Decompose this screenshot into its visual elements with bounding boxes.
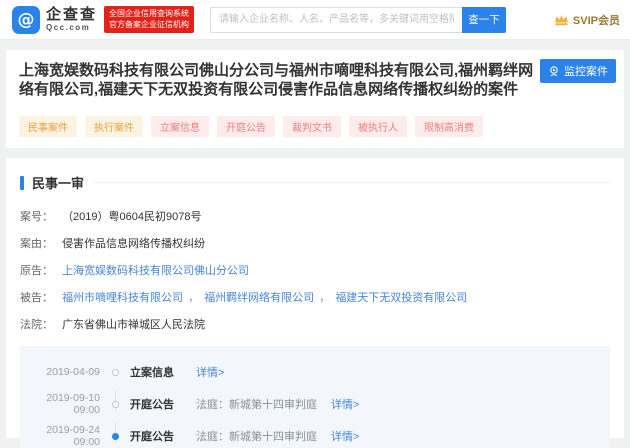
list-separator: ， (319, 292, 331, 304)
field-case-number: 案号： （2019）粤0604民初9078号 (20, 208, 610, 224)
tab-court-session[interactable]: 开庭公告 (217, 116, 275, 137)
svip-member-link[interactable]: SVIP会员 (554, 12, 620, 28)
civil-first-instance-card: 民事一审 案号： （2019）粤0604民初9078号 案由： 侵害作品信息网络… (6, 158, 624, 448)
court-value: 广东省佛山市禅城区人民法院 (62, 319, 206, 331)
logo-domain: Qcc.com (46, 23, 91, 32)
crown-icon (555, 15, 568, 26)
field-court: 法院： 广东省佛山市禅城区人民法院 (20, 316, 610, 332)
tab-civil-case[interactable]: 民事案件 (19, 116, 77, 137)
badge-line-1: 全国企业信用查询系统 (109, 8, 190, 18)
field-defendant: 被告： 福州市嘀哩科技有限公司 ， 福州羁绊网络有限公司 ， 福建天下无双投资有… (20, 289, 610, 305)
section-title: 民事一审 (32, 176, 85, 191)
timeline-event: 立案信息 (130, 367, 174, 379)
field-label: 案由： (20, 238, 53, 250)
case-number-value: （2019）粤0604民初9078号 (62, 211, 202, 223)
field-cause-of-action: 案由： 侵害作品信息网络传播权纠纷 (20, 235, 610, 251)
svip-label: SVIP会员 (572, 14, 620, 27)
badge-line-2: 官方备案企业征信机构 (109, 19, 190, 29)
timeline-detail: 法庭：新城第十四审判庭 (196, 399, 317, 411)
timeline-date: 2019-04-09 (46, 366, 100, 378)
search-bar: 查一下 (210, 6, 507, 33)
case-fields: 案号： （2019）粤0604民初9078号 案由： 侵害作品信息网络传播权纠纷… (20, 208, 610, 332)
defendant-company-link[interactable]: 福州羁绊网络有限公司 (204, 292, 314, 304)
timeline-event: 开庭公告 (130, 399, 174, 411)
timeline-dot-icon (111, 432, 119, 440)
tab-enforcement-case[interactable]: 执行案件 (85, 116, 143, 137)
timeline-detail: 法庭：新城第十四审判庭 (196, 431, 317, 443)
tab-consumption-limit[interactable]: 限制高消费 (415, 116, 483, 137)
tab-enforced-person[interactable]: 被执行人 (349, 116, 407, 137)
case-timeline: 2019-04-09 立案信息 详情> 2019-09-10 09:00 开庭公… (20, 346, 610, 448)
timeline-dot-column (100, 368, 130, 412)
timeline-dot-icon (111, 368, 119, 376)
qcc-logo-text: 企查查 Qcc.com (46, 7, 97, 32)
qcc-logo-icon: @ (12, 5, 40, 34)
case-type-tabs: 民事案件 执行案件 立案信息 开庭公告 裁判文书 被执行人 限制高消费 (6, 99, 624, 137)
timeline-date: 2019-09-10 09:00 (46, 392, 100, 416)
timeline-details-link[interactable]: 详情> (196, 364, 224, 380)
tab-filing-info[interactable]: 立案信息 (151, 116, 209, 137)
logo-name: 企查查 (46, 6, 98, 23)
timeline-row: 2019-09-10 09:00 开庭公告 法庭：新城第十四审判庭 详情> (28, 388, 610, 444)
tab-judgment-docs[interactable]: 裁判文书 (283, 116, 341, 137)
search-button[interactable]: 查一下 (462, 6, 507, 33)
timeline-event: 开庭公告 (130, 431, 174, 443)
timeline-dot-column (100, 400, 130, 444)
timeline-dot-icon (111, 400, 119, 408)
list-separator: ， (188, 292, 200, 304)
section-header: 民事一审 (20, 173, 610, 192)
timeline-dot-column (100, 432, 130, 440)
credential-badge: 全国企业信用查询系统 官方备案企业征信机构 (104, 5, 195, 34)
field-label: 法院： (20, 319, 53, 331)
monitor-camera-icon (550, 66, 558, 77)
timeline-row: 2019-04-09 立案信息 详情> (28, 356, 610, 412)
case-title: 上海宽娱数码科技有限公司佛山分公司与福州市嘀哩科技有限公司,福州羁绊网络有限公司… (19, 62, 534, 98)
field-label: 原告： (20, 265, 53, 277)
monitor-case-button[interactable]: 监控案件 (540, 59, 616, 83)
case-header-card: 上海宽娱数码科技有限公司佛山分公司与福州市嘀哩科技有限公司,福州羁绊网络有限公司… (6, 50, 624, 148)
monitor-case-label: 监控案件 (564, 66, 608, 78)
field-label: 被告： (20, 292, 53, 304)
section-accent-bar (20, 175, 24, 190)
section-divider (94, 182, 610, 183)
top-header: @ 企查查 Qcc.com 全国企业信用查询系统 官方备案企业征信机构 查一下 … (0, 0, 630, 40)
timeline-details-link[interactable]: 详情> (331, 428, 359, 444)
defendant-company-link[interactable]: 福州市嘀哩科技有限公司 (62, 292, 183, 304)
timeline-details-link[interactable]: 详情> (331, 396, 359, 412)
plaintiff-company-link[interactable]: 上海宽娱数码科技有限公司佛山分公司 (62, 265, 249, 277)
timeline-date: 2019-09-24 09:00 (46, 424, 100, 448)
field-label: 案号： (20, 211, 53, 223)
field-plaintiff: 原告： 上海宽娱数码科技有限公司佛山分公司 (20, 262, 610, 278)
qcc-logo[interactable]: @ 企查查 Qcc.com (12, 5, 97, 34)
defendant-company-link[interactable]: 福建天下无双投资有限公司 (335, 292, 467, 304)
timeline-row: 2019-09-24 09:00 开庭公告 法庭：新城第十四审判庭 详情> (28, 420, 610, 448)
search-input[interactable] (210, 6, 463, 33)
cause-of-action-value: 侵害作品信息网络传播权纠纷 (62, 238, 206, 250)
